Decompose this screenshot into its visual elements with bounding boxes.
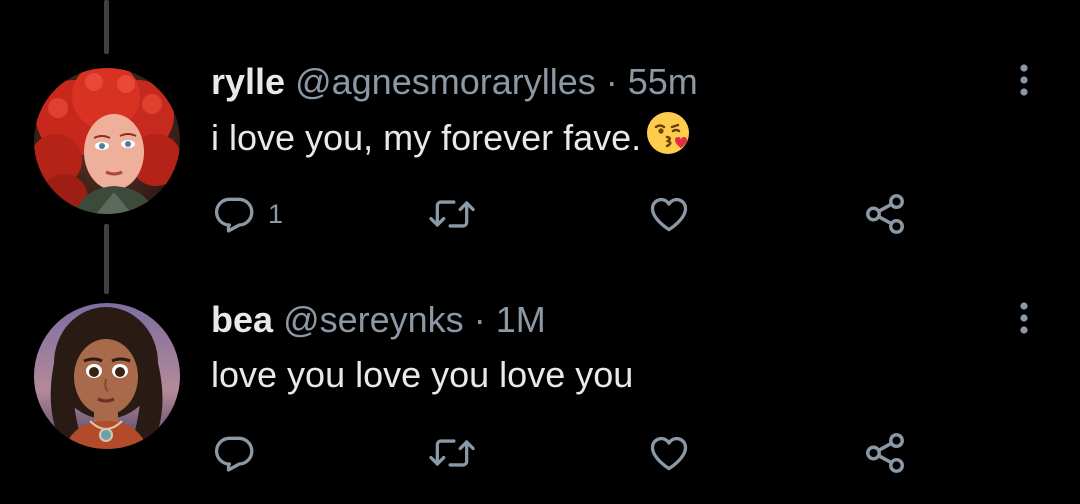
- more-options-button[interactable]: [1014, 300, 1034, 336]
- face-blowing-kiss-icon: [645, 110, 691, 165]
- reply-icon: [214, 197, 254, 233]
- heart-icon: [650, 436, 688, 471]
- username[interactable]: @sereynks: [283, 299, 464, 340]
- tweet-header: bea @sereynks · 1M: [211, 300, 546, 340]
- share-icon: [866, 433, 904, 473]
- reply-count: 1: [268, 198, 284, 229]
- share-icon: [866, 194, 904, 234]
- retweet-icon: [429, 200, 475, 228]
- tweet-actions: [0, 428, 1080, 478]
- retweet-icon: [429, 439, 475, 467]
- like-button[interactable]: [646, 189, 704, 239]
- retweet-button[interactable]: [428, 189, 488, 239]
- reply-icon: [214, 436, 254, 472]
- timestamp[interactable]: 55m: [628, 61, 698, 102]
- reply-button[interactable]: [212, 428, 268, 478]
- reply-thread: rylle @agnesmorarylles · 55m i love you,…: [0, 0, 1080, 504]
- reply-button[interactable]: 1: [212, 189, 283, 239]
- tweet[interactable]: rylle @agnesmorarylles · 55m i love you,…: [0, 0, 1080, 250]
- username[interactable]: @agnesmorarylles: [295, 61, 596, 102]
- separator-dot: ·: [605, 61, 618, 102]
- share-button[interactable]: [862, 428, 908, 478]
- tweet-header: rylle @agnesmorarylles · 55m: [211, 62, 698, 102]
- more-vertical-icon: [1020, 64, 1028, 96]
- tweet-actions: 1: [0, 189, 1080, 239]
- timestamp[interactable]: 1M: [496, 299, 546, 340]
- display-name[interactable]: bea: [211, 299, 273, 340]
- share-button[interactable]: [862, 189, 908, 239]
- display-name[interactable]: rylle: [211, 61, 285, 102]
- tweet-text-content: love you love you love you: [211, 354, 634, 395]
- tweet-text: love you love you love you: [211, 354, 633, 396]
- more-options-button[interactable]: [1014, 62, 1034, 98]
- more-vertical-icon: [1020, 302, 1028, 334]
- retweet-button[interactable]: [428, 428, 488, 478]
- like-button[interactable]: [646, 428, 704, 478]
- heart-icon: [650, 197, 688, 232]
- separator-dot: ·: [473, 299, 486, 340]
- tweet[interactable]: bea @sereynks · 1M love you love you lov…: [0, 250, 1080, 504]
- tweet-text: i love you, my forever fave.: [211, 112, 691, 165]
- tweet-text-content: i love you, my forever fave.: [211, 117, 642, 159]
